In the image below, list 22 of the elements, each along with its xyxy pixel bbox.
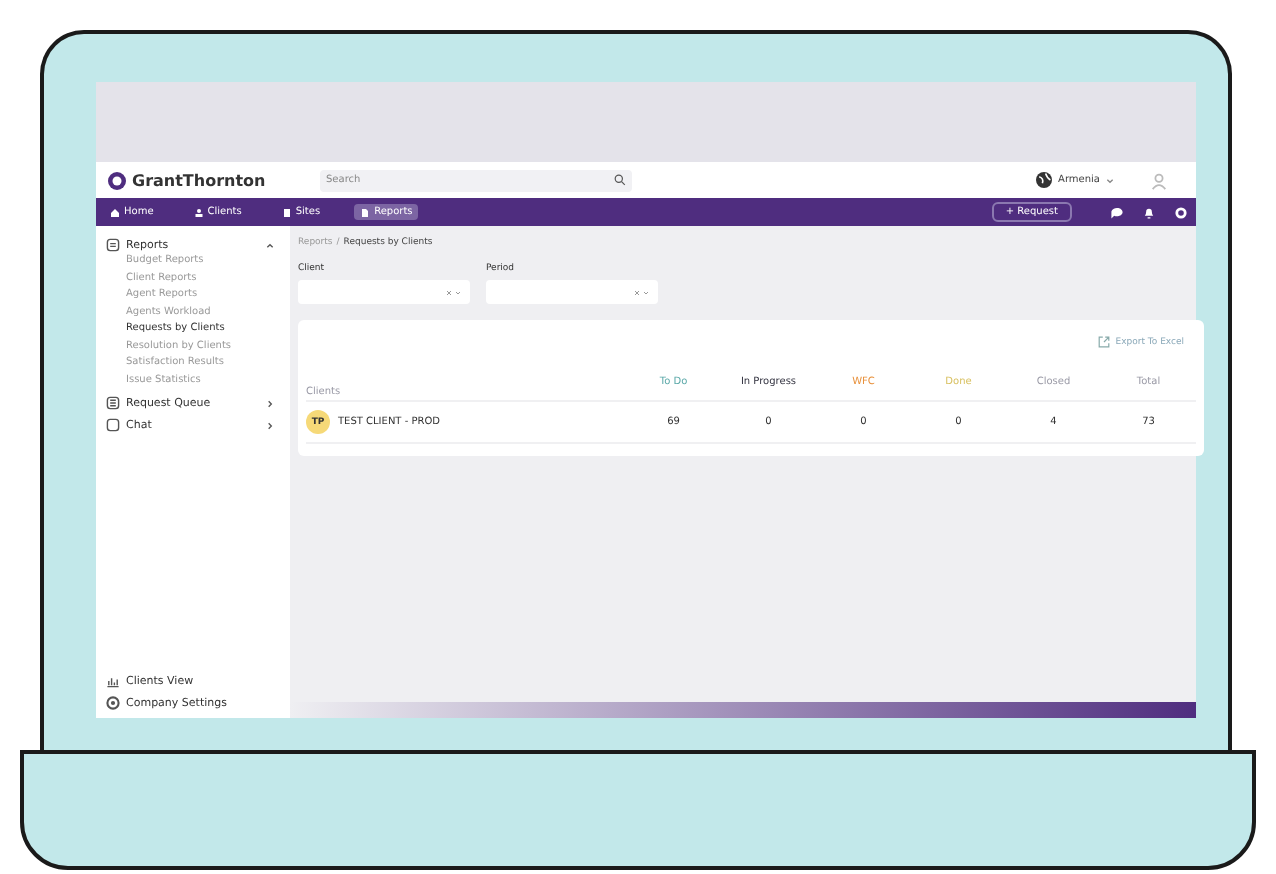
logo-text: GrantThornton <box>132 171 266 189</box>
dropdown-field[interactable] <box>486 280 658 304</box>
settings-icon <box>106 696 120 710</box>
home-icon <box>110 207 120 217</box>
list-icon <box>106 396 120 410</box>
square-icon <box>106 418 120 432</box>
caret-icon <box>1106 177 1114 183</box>
person-icon <box>193 207 204 217</box>
clear-and-caret-icon <box>634 289 650 295</box>
globe-icon <box>1036 172 1053 188</box>
search-icon <box>614 174 626 186</box>
clear-and-caret-icon <box>446 289 462 295</box>
document-icon <box>106 238 120 252</box>
document-icon <box>360 207 371 217</box>
settings-icon[interactable] <box>1174 205 1188 219</box>
dropdown-field[interactable] <box>298 280 470 304</box>
logo-icon <box>108 171 126 189</box>
chat-icon[interactable] <box>1110 205 1124 219</box>
bar-chart-icon <box>106 674 120 688</box>
external-link-icon <box>1097 336 1110 348</box>
bell-icon[interactable] <box>1142 205 1156 219</box>
building-icon <box>281 207 292 217</box>
